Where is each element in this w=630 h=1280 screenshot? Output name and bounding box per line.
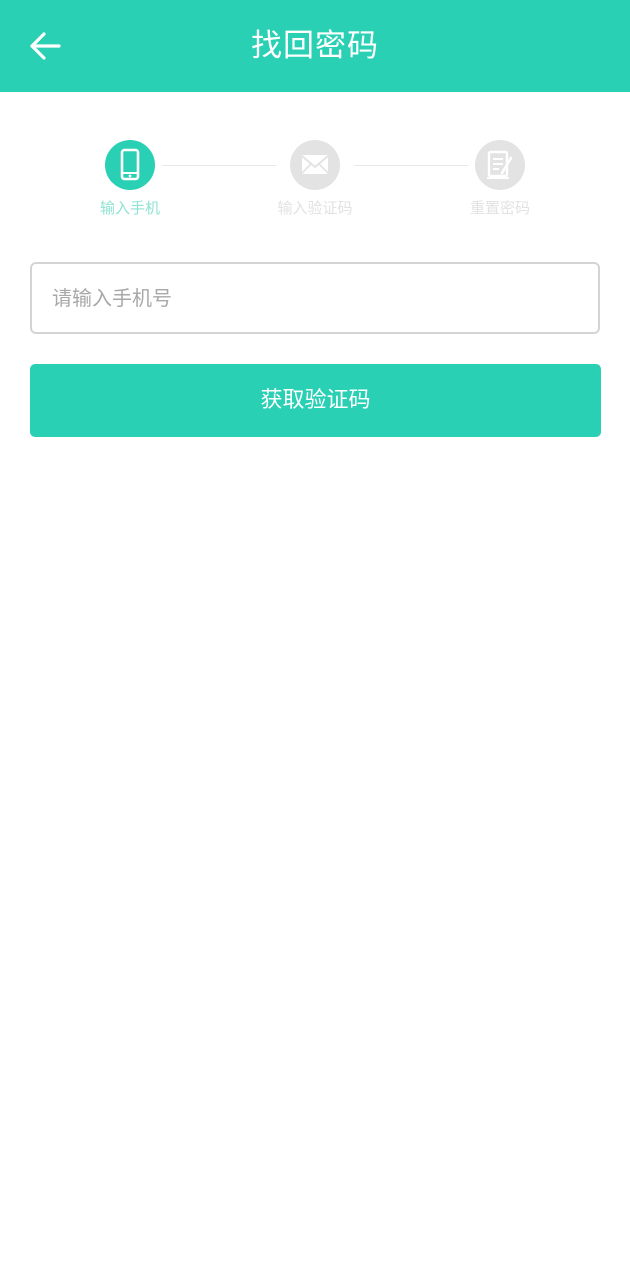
phone-input[interactable]	[30, 262, 600, 334]
step-label: 重置密码	[469, 199, 530, 217]
app-header: 找回密码	[0, 0, 630, 92]
page-title: 找回密码	[251, 28, 379, 64]
step-enter-code: 输入验证码	[255, 140, 375, 217]
phone-icon	[120, 148, 140, 181]
step-reset-password: 重置密码	[440, 140, 560, 217]
progress-stepper: 输入手机 输入验证码 重置密码	[0, 140, 630, 230]
envelope-icon	[301, 155, 329, 174]
edit-document-icon	[487, 150, 513, 179]
step-circle	[290, 140, 340, 190]
step-circle	[105, 140, 155, 190]
get-code-button[interactable]: 获取验证码	[30, 364, 601, 437]
step-label: 输入手机	[99, 199, 160, 217]
step-enter-phone: 输入手机	[70, 140, 190, 217]
step-label: 输入验证码	[277, 199, 353, 217]
step-circle	[475, 140, 525, 190]
